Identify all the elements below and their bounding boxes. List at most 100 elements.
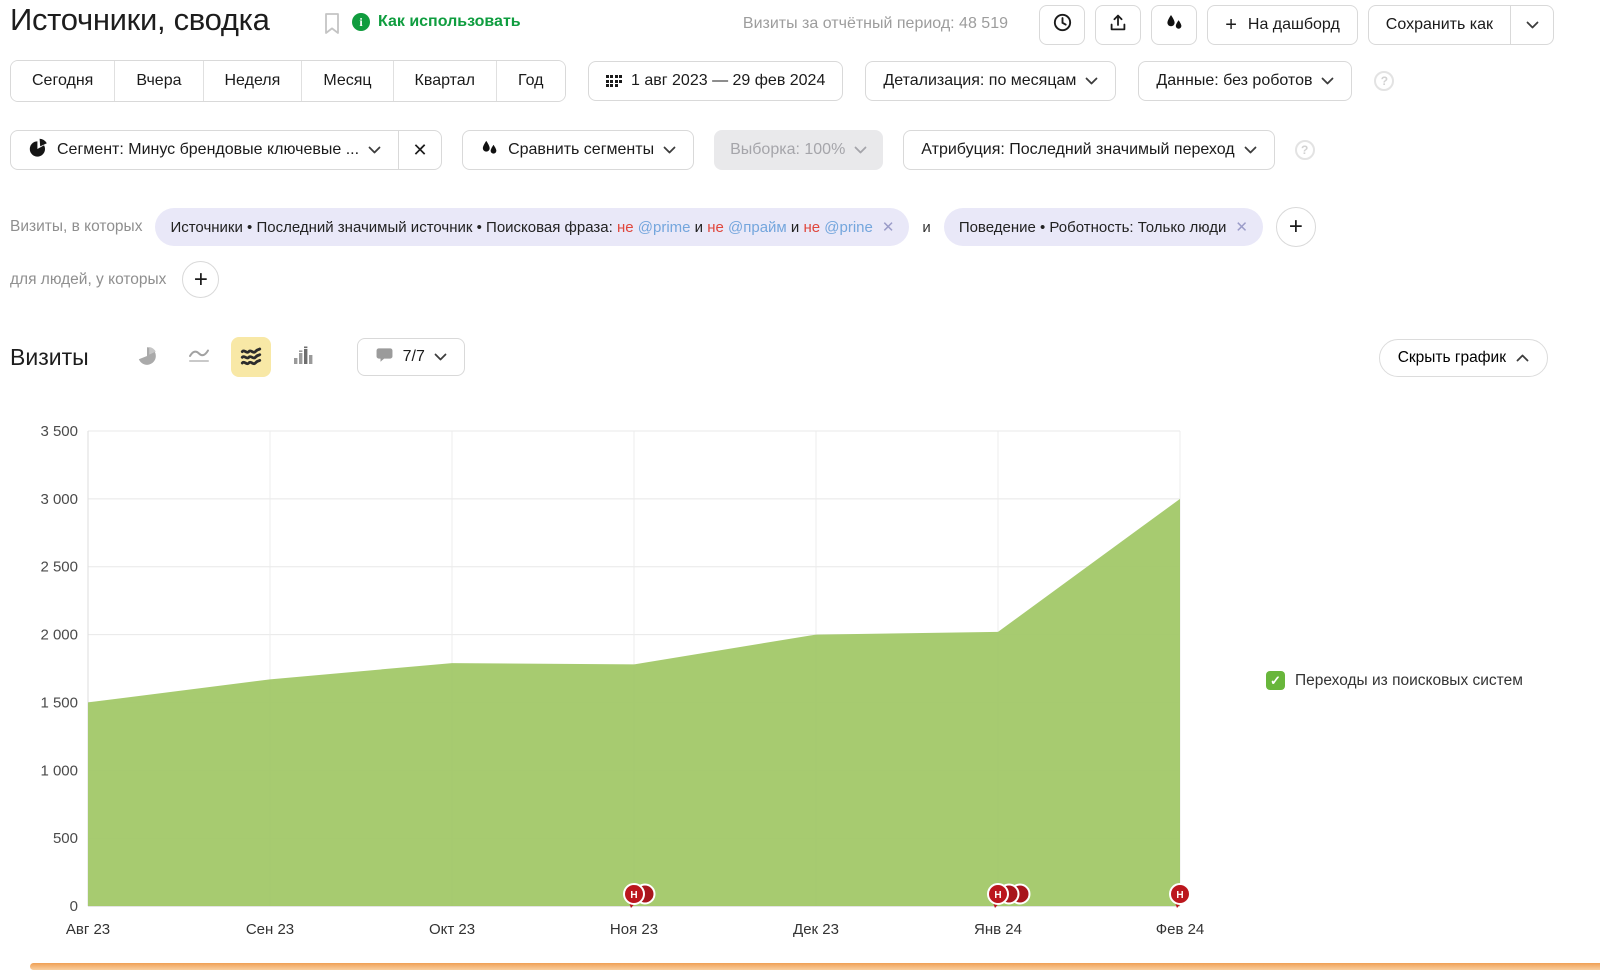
filter-token-value: @prime xyxy=(638,219,691,236)
how-to-use-link[interactable]: i Как использовать xyxy=(352,13,521,31)
visit-filters-row: Визиты, в которых Источники • Последний … xyxy=(10,207,1316,247)
chevron-down-icon xyxy=(1526,21,1539,29)
period-tab-5[interactable]: Квартал xyxy=(393,61,496,101)
x-tick-label: Сен 23 xyxy=(246,921,294,938)
date-range-button[interactable]: 1 авг 2023 — 29 фев 2024 xyxy=(588,61,844,101)
x-tick-label: Окт 23 xyxy=(429,921,475,938)
filter-token-value: @прайм xyxy=(728,219,787,236)
filter-token-plain: и xyxy=(690,219,707,236)
y-tick-label: 2 000 xyxy=(40,627,78,644)
add-people-filter-button[interactable]: + xyxy=(182,261,219,298)
chevron-up-icon xyxy=(1516,354,1529,362)
segment-label: Сегмент: Минус брендовые ключевые ... xyxy=(57,141,359,159)
line-chart-icon xyxy=(187,346,211,369)
remove-filter-icon[interactable]: ✕ xyxy=(1235,218,1248,236)
data-mode-label: Данные: без роботов xyxy=(1156,72,1312,90)
period-tab-1[interactable]: Сегодня xyxy=(11,61,114,101)
save-as-label: Сохранить как xyxy=(1386,16,1493,34)
segment-split-control: Сегмент: Минус брендовые ключевые ... ✕ xyxy=(10,130,442,170)
y-tick-label: 0 xyxy=(70,898,78,915)
filter-chip-search-phrase[interactable]: Источники • Последний значимый источник … xyxy=(155,208,909,246)
filter-chip-tokens: не @prime и не @прайм и не @prine xyxy=(617,219,873,236)
filter-chip-robots[interactable]: Поведение • Роботность: Только люди ✕ xyxy=(944,208,1263,246)
chart-type-area-button[interactable] xyxy=(231,337,271,377)
filter-token-plain: и xyxy=(787,219,804,236)
page-title: Источники, сводка xyxy=(10,2,270,38)
detalization-dropdown[interactable]: Детализация: по месяцам xyxy=(865,61,1116,101)
segment-clear-button[interactable]: ✕ xyxy=(398,130,442,170)
x-tick-label: Авг 23 xyxy=(66,921,110,938)
header-actions: + На дашборд Сохранить как xyxy=(1039,5,1554,45)
and-connector: и xyxy=(922,219,930,236)
save-as-button[interactable]: Сохранить как xyxy=(1368,5,1511,45)
help-icon[interactable]: ? xyxy=(1295,140,1315,160)
period-tabs: СегодняВчераНеделяМесяцКварталГод xyxy=(10,60,566,102)
compare-data-button[interactable] xyxy=(1151,5,1197,45)
filter-token-negate: не xyxy=(803,219,824,236)
legend-item-search-engines[interactable]: ✓ Переходы из поисковых систем xyxy=(1266,671,1523,690)
marker-letter: Н xyxy=(1176,890,1183,901)
segment-dropdown[interactable]: Сегмент: Минус брендовые ключевые ... xyxy=(10,130,399,170)
chart-type-pie-button[interactable] xyxy=(127,337,167,377)
filter-token-negate: не xyxy=(617,219,638,236)
comment-bubble-icon xyxy=(375,346,394,369)
x-tick-label: Дек 23 xyxy=(793,921,839,938)
period-tab-3[interactable]: Неделя xyxy=(203,61,302,101)
bookmark-icon[interactable] xyxy=(322,12,342,41)
filter-token-negate: не xyxy=(707,219,728,236)
period-filter-row: СегодняВчераНеделяМесяцКварталГод 1 авг … xyxy=(10,60,1394,102)
calendar-grid-icon xyxy=(606,75,623,87)
hide-chart-button[interactable]: Скрыть график xyxy=(1379,339,1548,377)
attribution-dropdown[interactable]: Атрибуция: Последний значимый переход xyxy=(903,130,1274,170)
chevron-down-icon xyxy=(663,146,676,154)
detalization-label: Детализация: по месяцам xyxy=(883,72,1076,90)
bottom-notification-bar-edge xyxy=(30,963,1600,970)
help-icon[interactable]: ? xyxy=(1374,71,1394,91)
save-as-menu-button[interactable] xyxy=(1510,5,1554,45)
compare-segments-label: Сравнить сегменты xyxy=(508,141,654,159)
metrica-sources-summary-page: Источники, сводка i Как использовать Виз… xyxy=(0,0,1600,972)
chevron-down-icon xyxy=(434,353,447,361)
legend-label: Переходы из поисковых систем xyxy=(1295,672,1523,690)
chevron-down-icon xyxy=(1321,77,1334,85)
annotations-dropdown[interactable]: 7/7 xyxy=(357,338,465,376)
chart-type-line-button[interactable] xyxy=(179,337,219,377)
pie-chart-icon xyxy=(136,345,158,370)
chart-type-bar-button[interactable] xyxy=(283,337,323,377)
add-to-dashboard-label: На дашборд xyxy=(1248,16,1340,34)
x-tick-label: Фев 24 xyxy=(1156,921,1205,938)
filter-chip-label: Поведение • Роботность: Только люди xyxy=(959,219,1227,236)
period-tab-6[interactable]: Год xyxy=(496,61,564,101)
for-people-label: для людей, у которых xyxy=(10,271,166,289)
sampling-label: Выборка: 100% xyxy=(730,141,845,159)
bar-chart-icon xyxy=(292,346,314,369)
compare-segments-dropdown[interactable]: Сравнить сегменты xyxy=(462,130,694,170)
data-mode-dropdown[interactable]: Данные: без роботов xyxy=(1138,61,1352,101)
date-range-label: 1 авг 2023 — 29 фев 2024 xyxy=(631,72,825,90)
filter-token-value: @prine xyxy=(824,219,873,236)
checkbox-checked-icon[interactable]: ✓ xyxy=(1266,671,1285,690)
y-tick-label: 3 000 xyxy=(40,491,78,508)
chevron-down-icon xyxy=(368,146,381,154)
period-tab-2[interactable]: Вчера xyxy=(114,61,202,101)
filter-chip-prefix: Источники • Последний значимый источник … xyxy=(170,219,617,236)
add-visit-filter-button[interactable]: + xyxy=(1276,207,1316,247)
export-button[interactable] xyxy=(1095,5,1141,45)
annotations-count: 7/7 xyxy=(403,348,425,366)
chart-type-switcher: 7/7 xyxy=(127,337,465,377)
add-to-dashboard-button[interactable]: + На дашборд xyxy=(1207,5,1358,45)
drops-icon xyxy=(1164,12,1185,38)
plus-icon: + xyxy=(1225,15,1237,35)
remove-filter-icon[interactable]: ✕ xyxy=(882,218,895,236)
attribution-label: Атрибуция: Последний значимый переход xyxy=(921,141,1234,159)
how-to-use-label: Как использовать xyxy=(378,13,521,31)
history-button[interactable] xyxy=(1039,5,1085,45)
marker-letter: Н xyxy=(630,890,637,901)
sampling-dropdown[interactable]: Выборка: 100% xyxy=(714,130,883,170)
x-tick-label: Ноя 23 xyxy=(610,921,658,938)
people-filters-row: для людей, у которых + xyxy=(10,261,219,298)
chevron-down-icon xyxy=(854,146,867,154)
period-tab-4[interactable]: Месяц xyxy=(301,61,392,101)
y-tick-label: 1 000 xyxy=(40,762,78,779)
period-visits-counter: Визиты за отчётный период: 48 519 xyxy=(588,15,1008,33)
